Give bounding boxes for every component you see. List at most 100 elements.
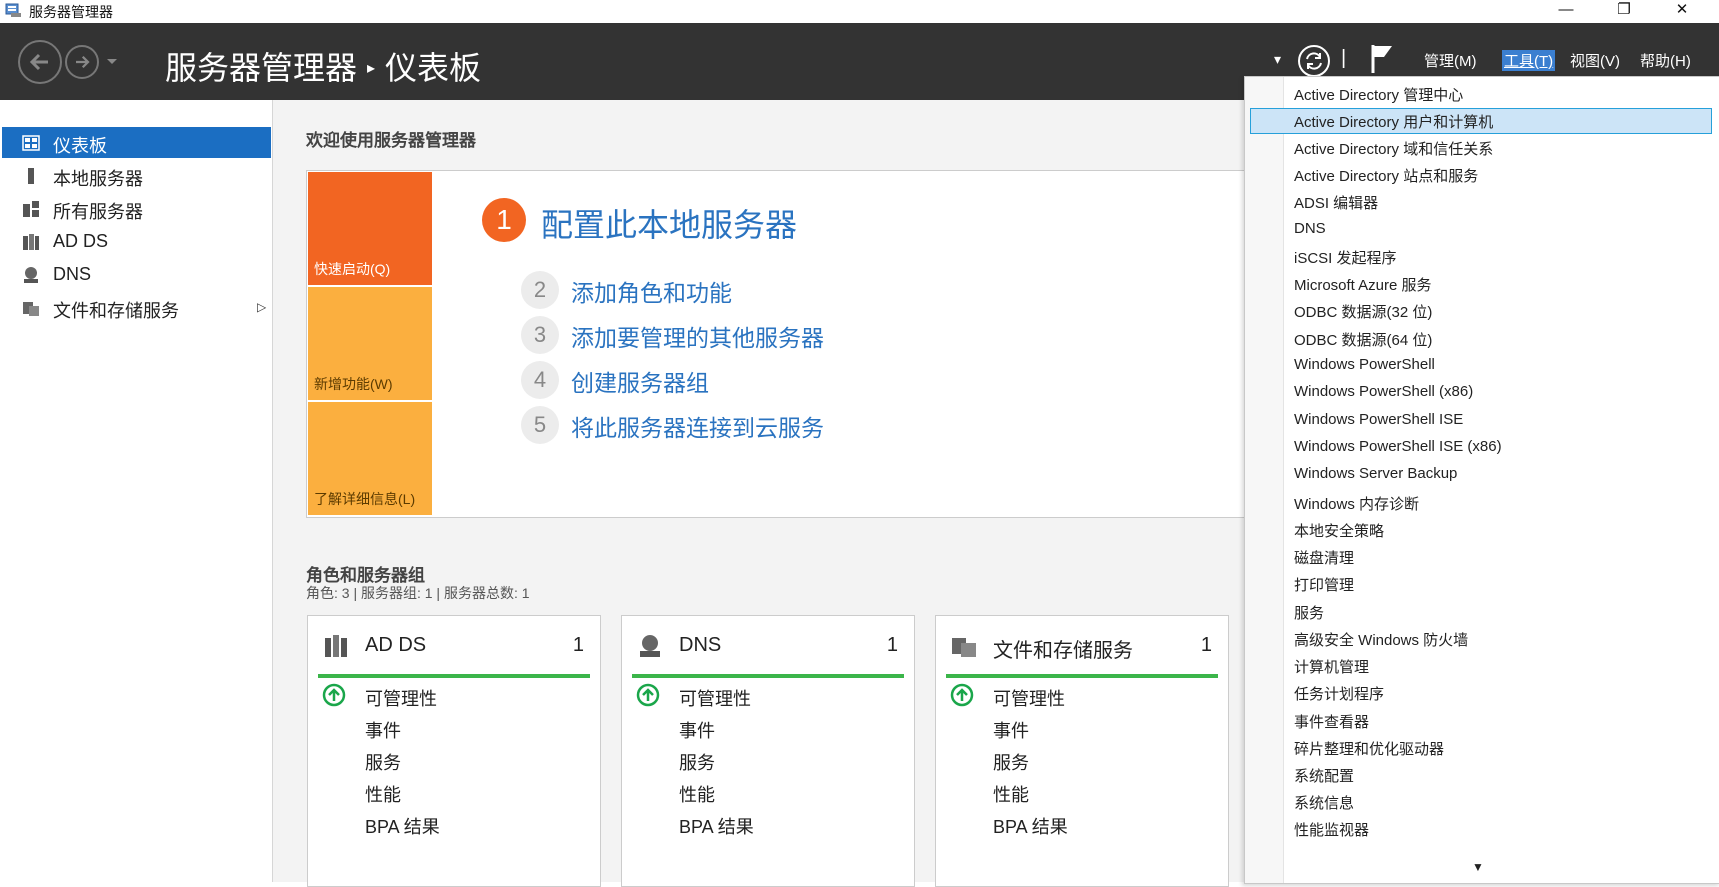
- menu-item-powershell-ise-x86[interactable]: Windows PowerShell ISE (x86): [1294, 438, 1502, 455]
- expand-arrow-icon[interactable]: ▷: [257, 300, 266, 314]
- title-bar: 服务器管理器 — ❐ ✕: [0, 0, 1719, 23]
- sidebar-item-dashboard[interactable]: 仪表板: [2, 127, 271, 158]
- card-row-services[interactable]: 服务: [365, 749, 401, 775]
- restore-button[interactable]: ❐: [1601, 0, 1647, 23]
- notifications-dropdown-icon[interactable]: ▾: [1274, 51, 1281, 68]
- step-number: 5: [521, 406, 559, 444]
- card-count: 1: [572, 634, 584, 656]
- step-link[interactable]: 将此服务器连接到云服务: [571, 409, 824, 443]
- card-row-events[interactable]: 事件: [365, 717, 401, 743]
- sidebar-item-local-server[interactable]: 本地服务器: [2, 160, 271, 191]
- dns-icon: [24, 267, 38, 283]
- card-title[interactable]: AD DS: [365, 634, 426, 657]
- card-row-performance[interactable]: 性能: [993, 781, 1029, 807]
- tile-whats-new[interactable]: 新增功能(W): [308, 287, 432, 400]
- card-row-performance[interactable]: 性能: [679, 781, 715, 807]
- minimize-button[interactable]: —: [1543, 0, 1589, 23]
- sidebar-item-label: DNS: [53, 264, 92, 284]
- step-link[interactable]: 配置此本地服务器: [541, 200, 797, 246]
- menu-item-ad-domains-trusts[interactable]: Active Directory 域和信任关系: [1294, 138, 1493, 159]
- sidebar-item-dns[interactable]: DNS: [2, 259, 271, 290]
- menu-item-defragment[interactable]: 碎片整理和优化驱动器: [1294, 738, 1444, 759]
- notification-flag-icon[interactable]: [1370, 43, 1396, 75]
- breadcrumb-app: 服务器管理器: [165, 50, 358, 86]
- menu-item-powershell[interactable]: Windows PowerShell: [1294, 356, 1435, 373]
- refresh-icon[interactable]: [1297, 44, 1331, 78]
- menu-item-system-information[interactable]: 系统信息: [1294, 792, 1354, 813]
- card-row-services[interactable]: 服务: [679, 749, 715, 775]
- step-link[interactable]: 创建服务器组: [571, 364, 709, 398]
- card-row-bpa-results[interactable]: BPA 结果: [365, 813, 440, 839]
- role-card-dns[interactable]: DNS 1 可管理性 事件 服务 性能 BPA 结果: [621, 615, 915, 887]
- menu-item-services[interactable]: 服务: [1294, 602, 1324, 623]
- back-arrow-icon: [29, 53, 48, 71]
- card-row-performance[interactable]: 性能: [365, 781, 401, 807]
- history-dropdown-icon[interactable]: [106, 58, 118, 66]
- role-card-ad-ds[interactable]: AD DS 1 可管理性 事件 服务 性能 BPA 结果: [307, 615, 601, 887]
- menu-item-odbc-32[interactable]: ODBC 数据源(32 位): [1294, 301, 1432, 322]
- menu-view[interactable]: 视图(V): [1570, 50, 1620, 71]
- forward-button[interactable]: [65, 45, 99, 79]
- tile-learn-more[interactable]: 了解详细信息(L): [308, 402, 432, 515]
- menu-item-ad-admin-center[interactable]: Active Directory 管理中心: [1294, 84, 1463, 105]
- menu-item-performance-monitor[interactable]: 性能监视器: [1294, 819, 1369, 840]
- card-row-manageability[interactable]: 可管理性: [679, 685, 751, 711]
- menu-item-dns[interactable]: DNS: [1294, 220, 1326, 237]
- quick-start-panel: 快速启动(Q) 新增功能(W) 了解详细信息(L) 1 配置此本地服务器 2 添…: [306, 170, 1308, 518]
- back-button[interactable]: [18, 40, 62, 84]
- step-link[interactable]: 添加角色和功能: [571, 274, 732, 308]
- tile-quick-start[interactable]: 快速启动(Q): [308, 172, 432, 285]
- role-card-file-storage[interactable]: 文件和存储服务 1 可管理性 事件 服务 性能 BPA 结果: [935, 615, 1229, 887]
- breadcrumb-page: 仪表板: [385, 50, 482, 86]
- menu-item-ad-users-computers[interactable]: Active Directory 用户和计算机: [1294, 111, 1493, 132]
- card-row-manageability[interactable]: 可管理性: [993, 685, 1065, 711]
- menu-item-event-viewer[interactable]: 事件查看器: [1294, 711, 1369, 732]
- menu-item-computer-management[interactable]: 计算机管理: [1294, 656, 1369, 677]
- card-row-bpa-results[interactable]: BPA 结果: [679, 813, 754, 839]
- menu-item-local-security-policy[interactable]: 本地安全策略: [1294, 520, 1384, 541]
- menu-help[interactable]: 帮助(H): [1640, 50, 1691, 71]
- card-row-manageability[interactable]: 可管理性: [365, 685, 437, 711]
- breadcrumb: 服务器管理器 ▸ 仪表板: [165, 43, 481, 89]
- status-ok-icon: [636, 683, 660, 707]
- card-title[interactable]: 文件和存储服务: [993, 634, 1133, 663]
- sidebar-item-file-storage[interactable]: 文件和存储服务 ▷: [2, 292, 271, 323]
- all-servers-icon: [23, 201, 39, 217]
- sidebar-item-ad-ds[interactable]: AD DS: [2, 226, 271, 257]
- step-number: 4: [521, 361, 559, 399]
- card-row-events[interactable]: 事件: [993, 717, 1029, 743]
- menu-item-server-backup[interactable]: Windows Server Backup: [1294, 465, 1457, 482]
- menu-item-disk-cleanup[interactable]: 磁盘清理: [1294, 547, 1354, 568]
- tile-label: 快速启动(Q): [314, 261, 391, 277]
- card-title[interactable]: DNS: [679, 634, 721, 657]
- menu-item-azure-services[interactable]: Microsoft Azure 服务: [1294, 274, 1432, 295]
- menu-manage[interactable]: 管理(M): [1424, 50, 1477, 71]
- card-row-events[interactable]: 事件: [679, 717, 715, 743]
- close-button[interactable]: ✕: [1659, 0, 1705, 23]
- step-link[interactable]: 添加要管理的其他服务器: [571, 319, 824, 353]
- menu-item-print-management[interactable]: 打印管理: [1294, 574, 1354, 595]
- menu-item-odbc-64[interactable]: ODBC 数据源(64 位): [1294, 329, 1432, 350]
- menu-item-powershell-x86[interactable]: Windows PowerShell (x86): [1294, 383, 1473, 400]
- card-row-services[interactable]: 服务: [993, 749, 1029, 775]
- sidebar-item-all-servers[interactable]: 所有服务器: [2, 193, 271, 224]
- window-title: 服务器管理器: [29, 4, 113, 20]
- menu-item-system-configuration[interactable]: 系统配置: [1294, 765, 1354, 786]
- menu-item-powershell-ise[interactable]: Windows PowerShell ISE: [1294, 411, 1463, 428]
- ad-ds-icon: [325, 635, 347, 657]
- menu-item-ad-sites-services[interactable]: Active Directory 站点和服务: [1294, 165, 1478, 186]
- breadcrumb-separator: ▸: [367, 60, 376, 77]
- menu-scroll-down-icon[interactable]: ▼: [1472, 860, 1484, 874]
- menu-item-memory-diagnostic[interactable]: Windows 内存诊断: [1294, 493, 1419, 514]
- sidebar-item-label: 文件和存储服务: [53, 301, 179, 321]
- menu-item-task-scheduler[interactable]: 任务计划程序: [1294, 683, 1384, 704]
- sidebar: 仪表板 本地服务器 所有服务器 AD DS DNS 文件和存储服务 ▷: [0, 100, 273, 882]
- card-row-bpa-results[interactable]: BPA 结果: [993, 813, 1068, 839]
- status-ok-icon: [950, 683, 974, 707]
- menu-item-adsi-edit[interactable]: ADSI 编辑器: [1294, 192, 1378, 213]
- sidebar-item-label: AD DS: [53, 231, 109, 251]
- menu-item-iscsi-initiator[interactable]: iSCSI 发起程序: [1294, 247, 1397, 268]
- menu-tools[interactable]: 工具(T): [1502, 50, 1556, 71]
- menu-item-firewall-advanced[interactable]: 高级安全 Windows 防火墙: [1294, 629, 1468, 650]
- sidebar-item-label: 本地服务器: [53, 169, 143, 189]
